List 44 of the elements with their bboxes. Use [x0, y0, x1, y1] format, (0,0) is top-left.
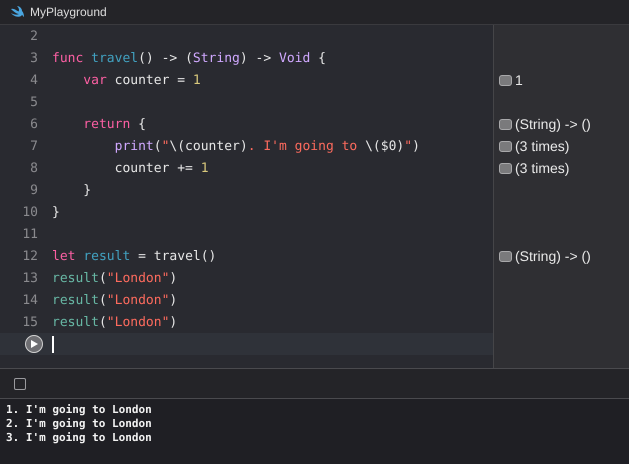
console-toggle-checkbox[interactable] [14, 378, 26, 390]
console-output-line: 2. I'm going to London [6, 417, 153, 431]
window-title: MyPlayground [30, 5, 107, 19]
line-number: 15 [22, 314, 38, 330]
code-line: result("London") [52, 314, 178, 330]
code-line: counter += 1 [114, 160, 209, 176]
result-value: 1 [515, 72, 523, 88]
console-output-line: 3. I'm going to London [6, 431, 153, 445]
console-output-line: 1. I'm going to London [6, 403, 153, 417]
swift-bird-icon [10, 6, 24, 18]
code-line: let result = travel() [52, 248, 216, 264]
line-number: 10 [22, 204, 38, 220]
quick-look-toggle[interactable] [499, 250, 512, 262]
line-number: 4 [30, 72, 38, 88]
result-value: (String) -> () [515, 248, 591, 264]
line-number: 12 [22, 248, 38, 264]
run-button[interactable] [25, 335, 43, 353]
code-line: result("London") [52, 292, 178, 308]
code-line: func travel() -> (String) -> Void { [52, 50, 326, 66]
code-line: } [82, 182, 92, 198]
quick-look-toggle[interactable] [499, 118, 512, 130]
quick-look-toggle[interactable] [499, 140, 512, 152]
line-number: 11 [22, 226, 38, 242]
line-number: 7 [30, 138, 38, 154]
code-line: return { [82, 116, 146, 132]
quick-look-toggle[interactable] [499, 74, 512, 86]
result-value: (3 times) [515, 160, 570, 176]
line-number: 6 [30, 116, 38, 132]
line-number: 5 [30, 94, 38, 110]
text-cursor [52, 336, 54, 352]
quick-look-toggle[interactable] [499, 162, 512, 174]
line-number: 13 [22, 270, 38, 286]
result-value: (3 times) [515, 138, 570, 154]
line-number: 14 [22, 292, 38, 308]
line-number: 8 [30, 160, 38, 176]
line-number: 3 [30, 50, 38, 66]
code-line: var counter = 1 [82, 72, 201, 88]
code-line: result("London") [52, 270, 178, 286]
code-line: } [52, 204, 60, 220]
code-line: print("\(counter). I'm going to \($0)") [114, 138, 420, 154]
line-number: 9 [30, 182, 38, 198]
result-value: (String) -> () [515, 116, 591, 132]
play-icon [30, 340, 38, 348]
line-number: 2 [30, 28, 38, 44]
